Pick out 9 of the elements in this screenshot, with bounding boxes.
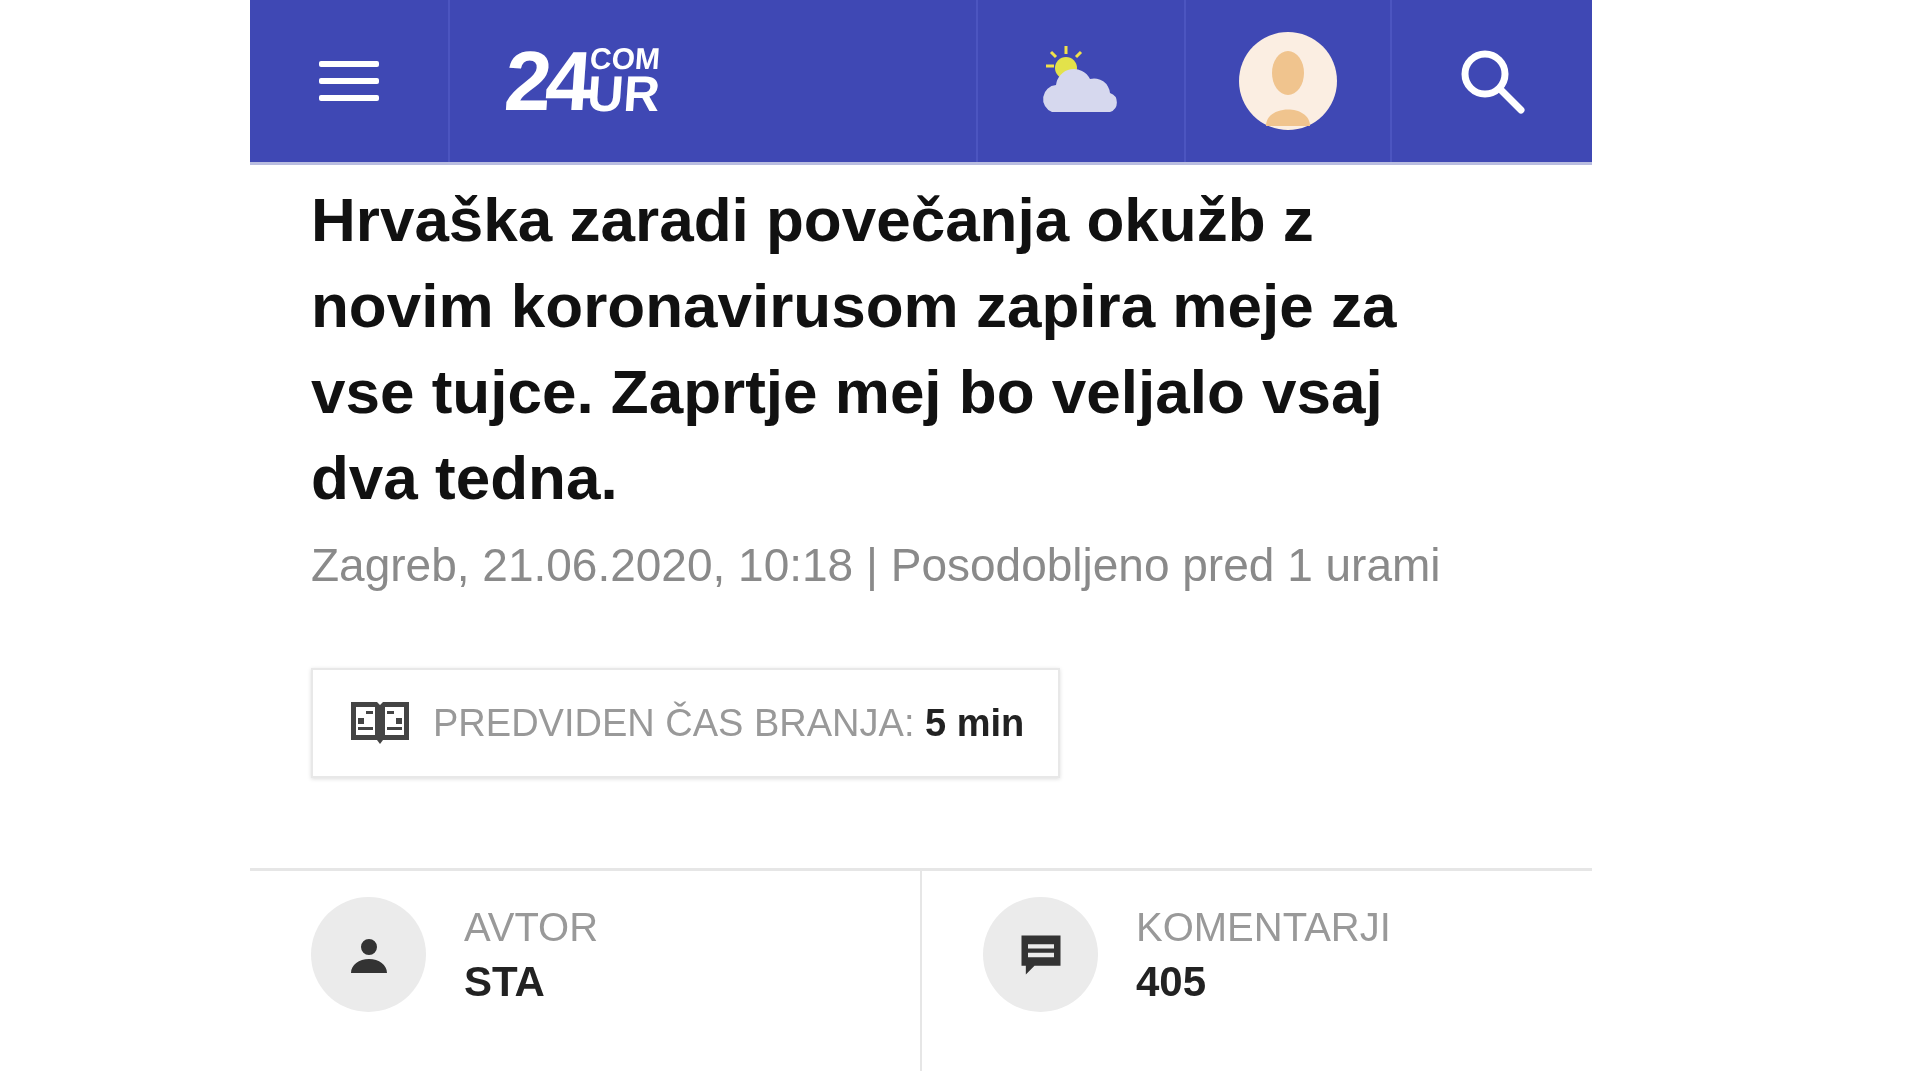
info-label: KOMENTARJI xyxy=(1136,905,1391,950)
menu-icon[interactable] xyxy=(319,59,379,103)
avatar-icon[interactable] xyxy=(1238,31,1338,131)
info-value: STA xyxy=(464,958,546,1006)
info-value: 405 xyxy=(1136,958,1208,1006)
article-title: Hrvaška zaradi povečanja okužb z novim koronavirusom zapira meje za vse tujce. Zaprtje mej bo veljalo vsaj dva tedna. xyxy=(311,184,1398,514)
reading-time-text: PREDVIDEN ČAS BRANJA: 5 min xyxy=(433,701,1025,745)
article-meta: Zagreb, 21.06.2020, 10:18 | Posodobljeno pred 1 urami xyxy=(311,538,1442,593)
info-label: AVTOR xyxy=(464,905,599,950)
